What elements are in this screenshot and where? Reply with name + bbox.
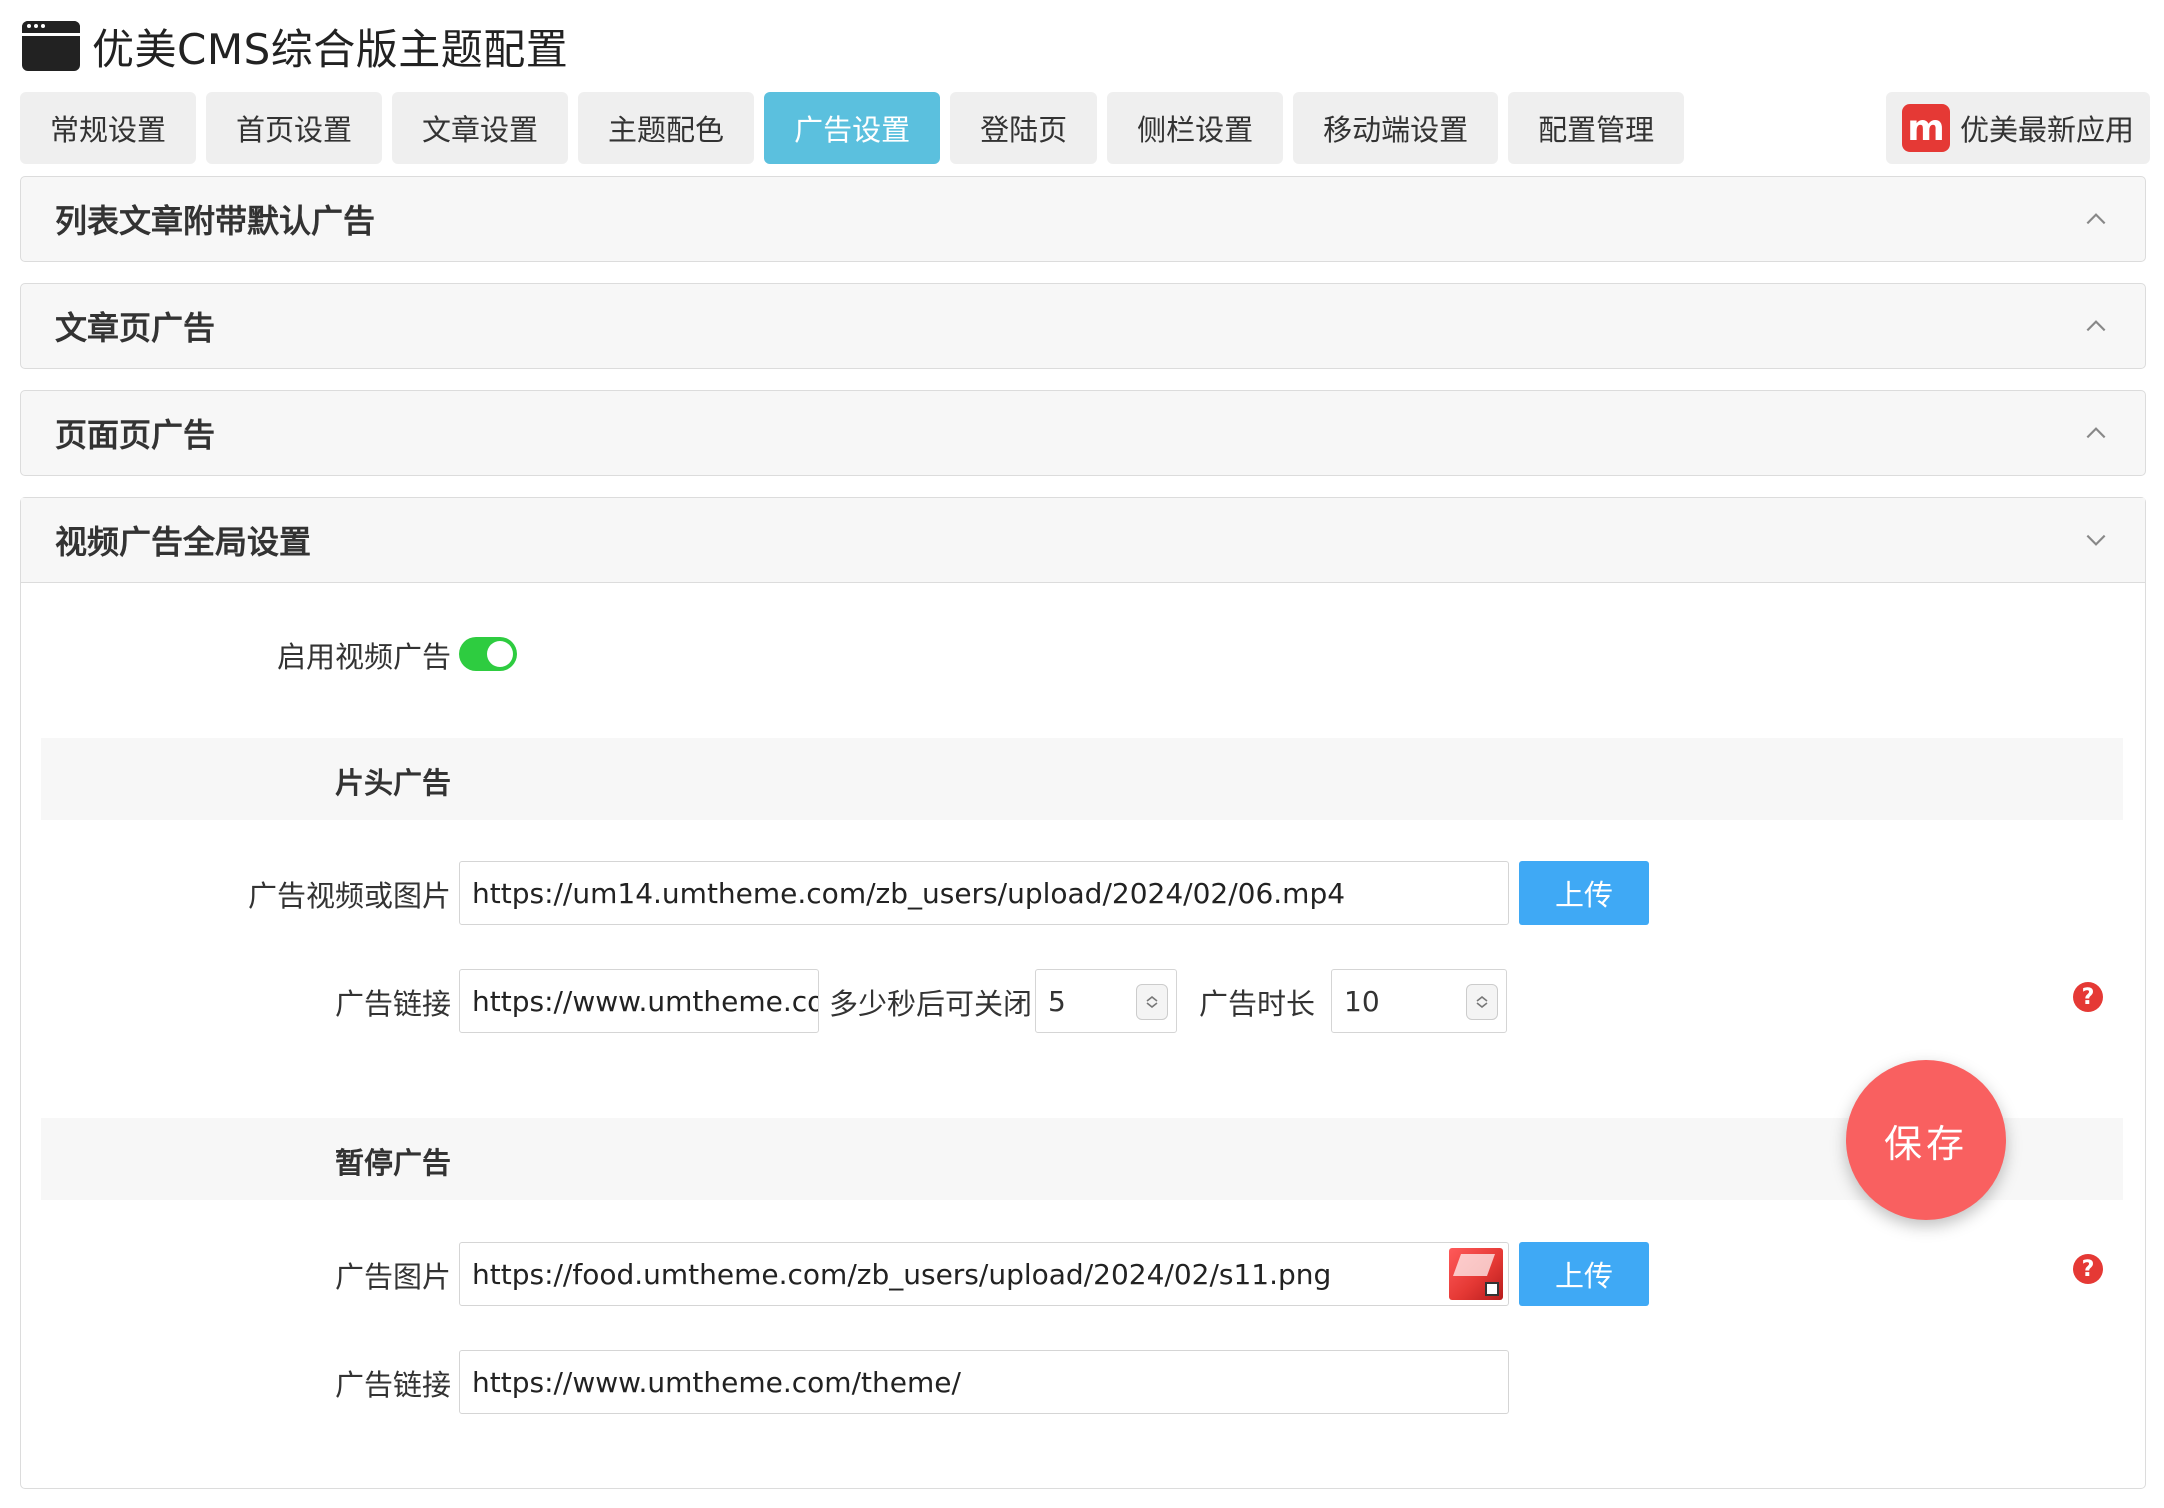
duration-stepper[interactable]: 10 bbox=[1331, 969, 1507, 1033]
panel-header[interactable]: 视频广告全局设置 bbox=[21, 498, 2145, 583]
tab-ads[interactable]: 广告设置 bbox=[764, 92, 941, 164]
app-header: 优美CMS综合版主题配置 bbox=[22, 16, 568, 76]
latest-apps-label: 优美最新应用 bbox=[1959, 113, 2134, 147]
window-icon bbox=[22, 21, 80, 71]
chevron-up-icon[interactable] bbox=[2081, 418, 2111, 448]
latest-apps-button[interactable]: m 优美最新应用 bbox=[1885, 92, 2150, 164]
umtheme-logo-icon: m bbox=[1901, 104, 1950, 152]
preroll-link-input[interactable]: https://www.umtheme.com/theme/ bbox=[459, 969, 819, 1033]
tab-theme-color[interactable]: 主题配色 bbox=[578, 92, 755, 164]
save-button[interactable]: 保存 bbox=[1846, 1060, 2006, 1220]
tab-general[interactable]: 常规设置 bbox=[20, 92, 197, 164]
pause-section-title: 暂停广告 bbox=[334, 1146, 451, 1180]
close-after-label: 多少秒后可关闭 bbox=[829, 987, 1033, 1021]
duration-label: 广告时长 bbox=[1199, 987, 1316, 1021]
panel-title: 列表文章附带默认广告 bbox=[55, 202, 376, 240]
panel-title: 视频广告全局设置 bbox=[55, 523, 312, 561]
preroll-section-title: 片头广告 bbox=[334, 766, 451, 800]
tab-bar: 常规设置 首页设置 文章设置 主题配色 广告设置 登陆页 侧栏设置 移动端设置 … bbox=[20, 92, 1685, 164]
tab-article[interactable]: 文章设置 bbox=[392, 92, 569, 164]
stepper-arrows-icon[interactable] bbox=[1136, 984, 1168, 1020]
enable-video-ad-toggle[interactable] bbox=[459, 637, 517, 671]
close-after-value: 5 bbox=[1048, 984, 1066, 1018]
pause-image-input[interactable]: https://food.umtheme.com/zb_users/upload… bbox=[459, 1242, 1509, 1306]
pause-image-label: 广告图片 bbox=[334, 1260, 451, 1294]
panel-list-article-ads: 列表文章附带默认广告 bbox=[20, 176, 2146, 262]
tab-mobile[interactable]: 移动端设置 bbox=[1293, 92, 1499, 164]
panel-page-ads: 页面页广告 bbox=[20, 390, 2146, 476]
close-after-stepper[interactable]: 5 bbox=[1035, 969, 1177, 1033]
panel-header[interactable]: 列表文章附带默认广告 bbox=[21, 177, 2145, 261]
tab-sidebar[interactable]: 侧栏设置 bbox=[1107, 92, 1284, 164]
duration-value: 10 bbox=[1344, 984, 1380, 1018]
chevron-down-icon[interactable] bbox=[2081, 525, 2111, 555]
pause-link-input[interactable]: https://www.umtheme.com/theme/ bbox=[459, 1350, 1509, 1414]
pause-link-label: 广告链接 bbox=[334, 1368, 451, 1402]
tab-login[interactable]: 登陆页 bbox=[950, 92, 1098, 164]
stepper-arrows-icon[interactable] bbox=[1466, 984, 1498, 1020]
panel-video-ads-global: 视频广告全局设置 启用视频广告 片头广告 广告视频或图片 https://um1… bbox=[20, 497, 2146, 1489]
preroll-media-input[interactable]: https://um14.umtheme.com/zb_users/upload… bbox=[459, 861, 1509, 925]
enable-video-ad-label: 启用视频广告 bbox=[276, 640, 451, 674]
chevron-up-icon[interactable] bbox=[2081, 311, 2111, 341]
page-title: 优美CMS综合版主题配置 bbox=[92, 24, 569, 74]
panel-header[interactable]: 文章页广告 bbox=[21, 284, 2145, 368]
preroll-upload-button[interactable]: 上传 bbox=[1519, 861, 1649, 925]
chevron-up-icon[interactable] bbox=[2081, 204, 2111, 234]
help-icon[interactable]: ? bbox=[2073, 982, 2103, 1012]
help-icon[interactable]: ? bbox=[2073, 1254, 2103, 1284]
tab-config-manage[interactable]: 配置管理 bbox=[1508, 92, 1685, 164]
ad-image-thumbnail bbox=[1449, 1248, 1503, 1300]
preroll-link-label: 广告链接 bbox=[334, 987, 451, 1021]
panel-article-page-ads: 文章页广告 bbox=[20, 283, 2146, 369]
panel-title: 文章页广告 bbox=[55, 309, 216, 347]
pause-upload-button[interactable]: 上传 bbox=[1519, 1242, 1649, 1306]
panel-header[interactable]: 页面页广告 bbox=[21, 391, 2145, 475]
preroll-media-label: 广告视频或图片 bbox=[247, 879, 451, 913]
tab-home[interactable]: 首页设置 bbox=[206, 92, 383, 164]
panel-title: 页面页广告 bbox=[55, 416, 216, 454]
